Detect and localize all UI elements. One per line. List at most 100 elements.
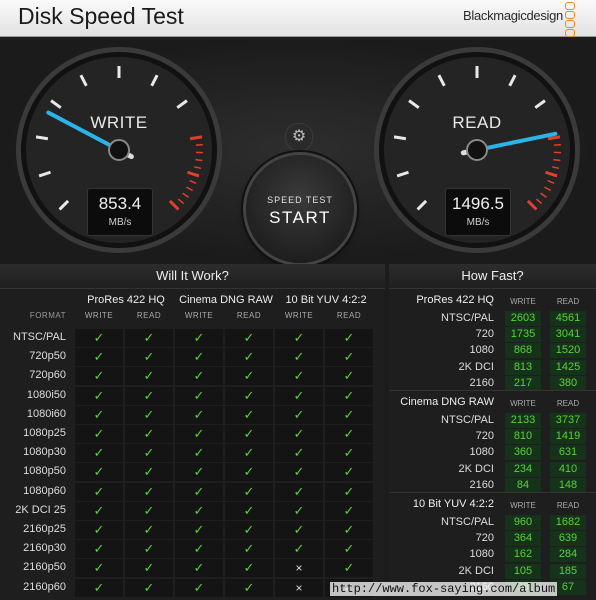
wiw-write-header: WRITE bbox=[184, 311, 214, 320]
hf-write-value: 960 bbox=[505, 515, 541, 530]
wiw-cell: ✓ bbox=[175, 348, 223, 367]
wiw-cell: ✓ bbox=[225, 463, 273, 482]
settings-button[interactable]: ⚙ bbox=[285, 123, 313, 151]
brand-mark-icon bbox=[565, 2, 575, 38]
wiw-cell: ✓ bbox=[225, 501, 273, 520]
start-button[interactable]: SPEED TEST START bbox=[246, 155, 354, 263]
write-gauge-tick bbox=[35, 135, 49, 141]
hf-read-value: 4561 bbox=[550, 311, 586, 326]
wiw-group-header: 10 Bit YUV 4:2:2 bbox=[285, 294, 367, 306]
read-gauge-tick bbox=[393, 135, 407, 141]
wiw-cell: ✓ bbox=[225, 329, 273, 347]
gear-icon: ⚙ bbox=[291, 128, 307, 145]
hf-write-value: 1735 bbox=[505, 327, 541, 343]
wiw-row-label: 1080i50 bbox=[26, 388, 66, 401]
hf-write-value: 217 bbox=[505, 375, 541, 391]
title-bar: Disk Speed Test Blackmagicdesign bbox=[0, 0, 596, 37]
write-readout: 853.4 MB/s bbox=[87, 188, 153, 236]
will-it-work-panel: Will It Work? FORMAT ProRes 422 HQ WRITE R… bbox=[0, 264, 385, 600]
wiw-cell: ✓ bbox=[325, 348, 373, 367]
hf-write-header: WRITE bbox=[510, 297, 536, 306]
wiw-cell: ✓ bbox=[75, 329, 123, 347]
wiw-cell: ✓ bbox=[225, 559, 273, 578]
format-column-header: FORMAT bbox=[29, 311, 66, 320]
start-button-caption: SPEED TEST bbox=[267, 195, 333, 205]
wiw-cell: ✓ bbox=[175, 559, 223, 578]
hf-read-value: 185 bbox=[550, 563, 586, 579]
wiw-row-label: 720p50 bbox=[29, 350, 66, 363]
hf-write-header: WRITE bbox=[510, 399, 536, 408]
wiw-row-label: 2160p60 bbox=[23, 580, 66, 593]
wiw-cell: ✓ bbox=[175, 521, 223, 539]
write-gauge-minor-tick bbox=[195, 158, 203, 162]
wiw-cell: ✓ bbox=[125, 540, 173, 559]
wiw-cell: ✓ bbox=[125, 405, 173, 424]
hf-read-header: READ bbox=[556, 501, 580, 510]
wiw-cell: × bbox=[275, 578, 323, 597]
wiw-row-label: 1080i60 bbox=[26, 407, 66, 420]
wiw-cell: ✓ bbox=[225, 367, 273, 386]
wiw-cell: ✓ bbox=[125, 559, 173, 578]
wiw-row-label: 2160p30 bbox=[23, 542, 66, 555]
wiw-cell: ✓ bbox=[125, 463, 173, 482]
wiw-cell: ✓ bbox=[75, 367, 123, 386]
hf-row-label: 1080 bbox=[469, 446, 494, 459]
wiw-cell: ✓ bbox=[175, 501, 223, 520]
wiw-cell: ✓ bbox=[75, 386, 123, 405]
wiw-cell: ✓ bbox=[275, 444, 323, 463]
wiw-row-label: 1080p25 bbox=[23, 427, 66, 439]
wiw-row-label: 720p60 bbox=[29, 369, 66, 382]
wiw-row-label: 2K DCI 25 bbox=[15, 503, 66, 516]
wiw-cell: ✓ bbox=[325, 425, 373, 443]
wiw-cell: ✓ bbox=[325, 329, 373, 347]
wiw-cell: ✓ bbox=[275, 425, 323, 443]
hf-row-label: NTSC/PAL bbox=[441, 516, 494, 528]
wiw-cell: ✓ bbox=[225, 348, 273, 367]
wiw-row-label: 2160p25 bbox=[23, 523, 66, 535]
wiw-cell: ✓ bbox=[275, 367, 323, 386]
wiw-cell: ✓ bbox=[175, 367, 223, 386]
hf-row-label: 1080 bbox=[469, 548, 494, 561]
wiw-cell: ✓ bbox=[275, 540, 323, 559]
write-gauge-hub bbox=[108, 139, 130, 161]
wiw-row-label: 1080p50 bbox=[23, 465, 66, 478]
hf-read-value: 631 bbox=[550, 445, 586, 461]
hf-section-title: ProRes 422 HQ bbox=[416, 294, 494, 306]
wiw-cell: ✓ bbox=[125, 501, 173, 520]
app-title: Disk Speed Test bbox=[18, 3, 184, 29]
hf-write-value: 2133 bbox=[505, 413, 541, 428]
wiw-cell: ✓ bbox=[275, 482, 323, 501]
wiw-cell: ✓ bbox=[125, 367, 173, 386]
wiw-row-label: NTSC/PAL bbox=[13, 331, 66, 343]
wiw-cell: ✓ bbox=[75, 444, 123, 463]
read-gauge-hub bbox=[466, 139, 488, 161]
hf-read-header: READ bbox=[556, 297, 580, 306]
wiw-cell: ✓ bbox=[275, 521, 323, 539]
wiw-cell: ✓ bbox=[175, 444, 223, 463]
hf-write-value: 868 bbox=[505, 343, 541, 359]
wiw-cell: ✓ bbox=[75, 540, 123, 559]
hf-section-title: Cinema DNG RAW bbox=[400, 396, 494, 408]
hf-read-value: 284 bbox=[550, 547, 586, 563]
wiw-cell: ✓ bbox=[225, 425, 273, 443]
hf-row-label: NTSC/PAL bbox=[441, 312, 494, 324]
wiw-cell: ✓ bbox=[325, 463, 373, 482]
wiw-cell: ✓ bbox=[75, 425, 123, 443]
wiw-cell: ✓ bbox=[75, 521, 123, 539]
hf-read-value: 410 bbox=[550, 461, 586, 477]
wiw-cell: ✓ bbox=[225, 386, 273, 405]
wiw-row-label: 1080p30 bbox=[23, 446, 66, 459]
hf-separator bbox=[389, 492, 596, 493]
hf-section-title: 10 Bit YUV 4:2:2 bbox=[412, 498, 494, 510]
read-readout: 1496.5 MB/s bbox=[445, 188, 511, 236]
hf-read-value: 3041 bbox=[550, 327, 586, 343]
wiw-cell: ✓ bbox=[75, 348, 123, 367]
hf-write-value: 2603 bbox=[505, 311, 541, 326]
hf-read-value: 1682 bbox=[550, 515, 586, 530]
wiw-write-header: WRITE bbox=[284, 311, 314, 320]
how-fast-panel: How Fast? ProRes 422 HQ WRITE READ NTSC/PAL… bbox=[389, 264, 596, 600]
wiw-cell: ✓ bbox=[325, 482, 373, 501]
wiw-cell: ✓ bbox=[325, 521, 373, 539]
hf-read-value: 3737 bbox=[550, 413, 586, 428]
wiw-cell: ✓ bbox=[125, 329, 173, 347]
